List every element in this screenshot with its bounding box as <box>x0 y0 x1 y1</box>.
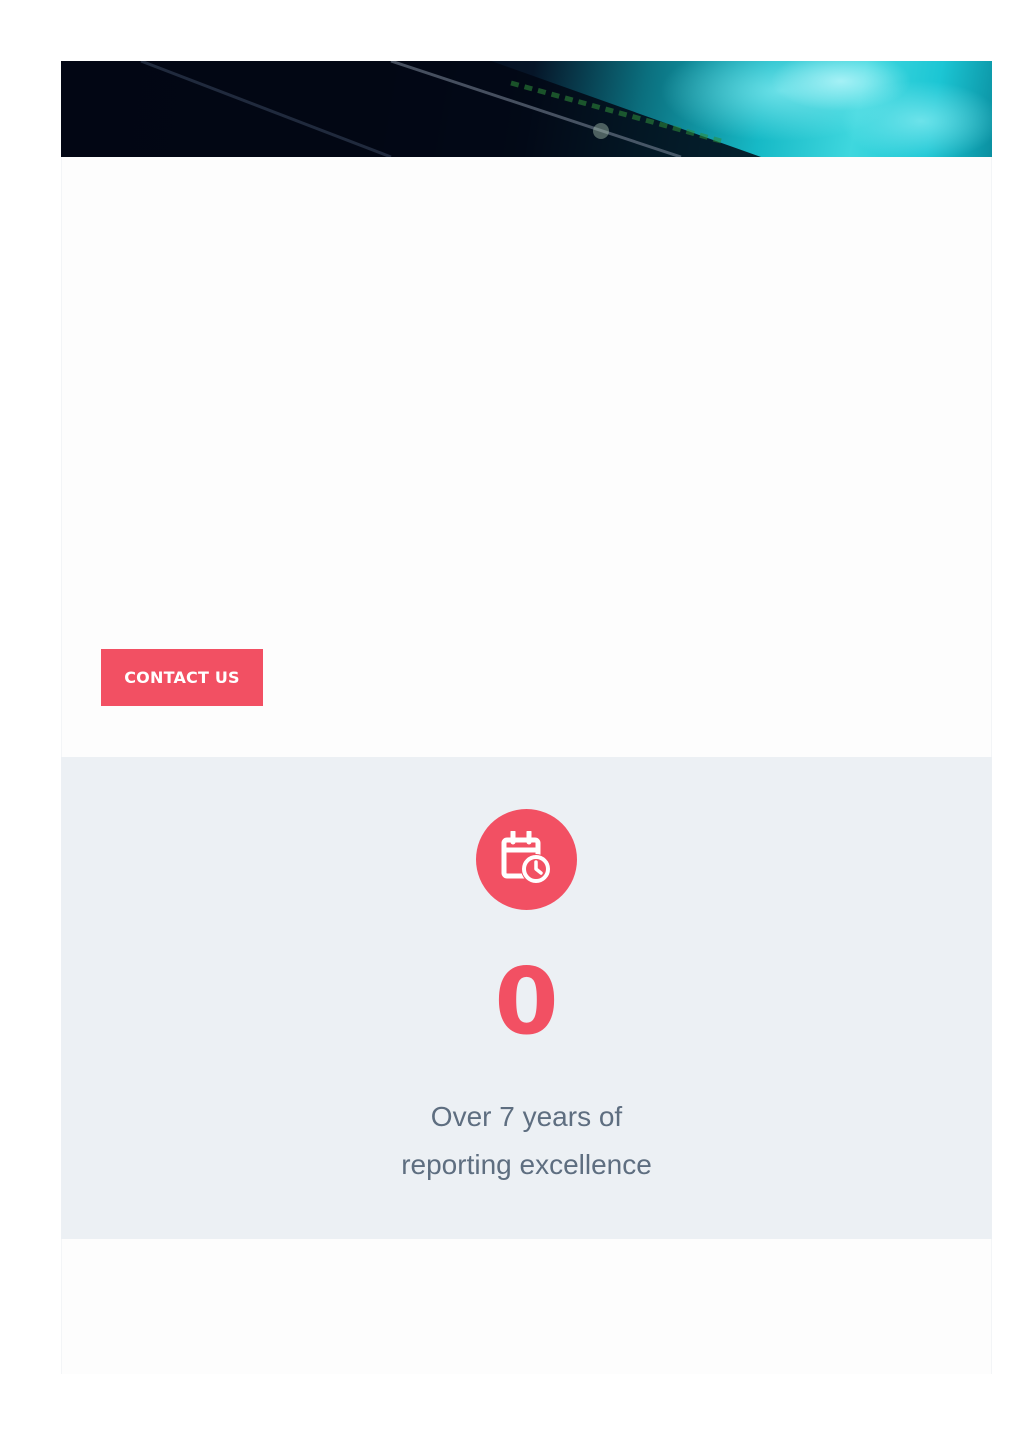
hero-banner-graphic <box>61 61 992 157</box>
calendar-clock-icon-graphic <box>501 831 551 884</box>
stat-caption: Over 7 years of reporting excellence <box>61 1093 992 1189</box>
bottom-card <box>61 1239 992 1374</box>
calendar-clock-icon <box>476 809 577 910</box>
stat-section: 0 Over 7 years of reporting excellence <box>61 757 992 1239</box>
stat-number: 0 <box>494 948 559 1055</box>
content-card: CONTACT US <box>61 157 992 757</box>
page: CONTACT US 0 Over 7 years of reporting e… <box>0 0 1024 1449</box>
stat-caption-line-2: reporting excellence <box>401 1149 652 1180</box>
contact-us-button[interactable]: CONTACT US <box>101 649 263 706</box>
hero-banner-image <box>61 61 992 157</box>
stat-caption-line-1: Over 7 years of <box>430 1101 623 1132</box>
